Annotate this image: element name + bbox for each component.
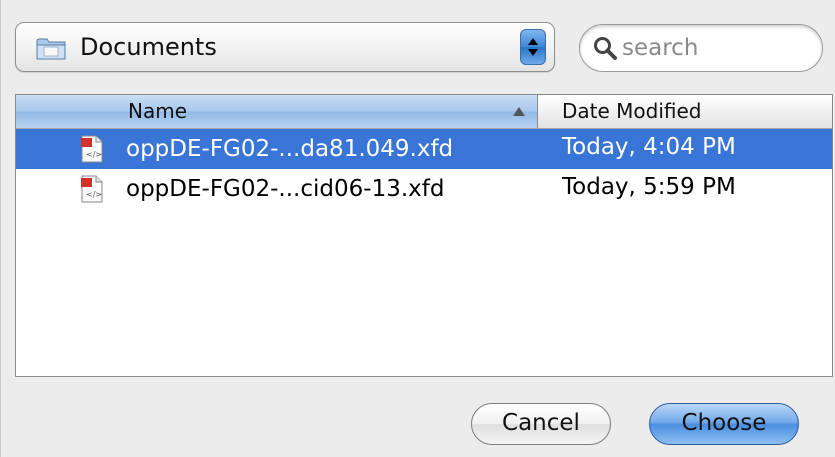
column-header-row: Name Date Modified [16, 95, 832, 129]
file-date-modified: Today, 5:59 PM [562, 174, 736, 200]
location-popup-stepper[interactable] [520, 29, 546, 65]
location-popup[interactable]: Documents [15, 22, 555, 72]
file-row[interactable]: </> oppDE-FG02-...cid06-13.xfd Today, 5:… [16, 169, 832, 209]
file-name: oppDE-FG02-...da81.049.xfd [126, 136, 454, 162]
search-field[interactable] [579, 24, 823, 72]
cancel-button[interactable]: Cancel [471, 403, 611, 445]
file-browser: Name Date Modified </> oppDE-FG02-...da8… [15, 94, 833, 377]
file-name: oppDE-FG02-...cid06-13.xfd [126, 176, 445, 202]
svg-text:</>: </> [86, 190, 102, 199]
file-row[interactable]: </> oppDE-FG02-...da81.049.xfd Today, 4:… [16, 129, 832, 169]
folder-icon [36, 38, 66, 60]
file-chooser-dialog: Documents Name Date Modified [0, 0, 835, 457]
xfd-document-icon: </> [81, 135, 103, 163]
chevron-down-icon [528, 49, 538, 56]
svg-text:</>: </> [86, 150, 102, 159]
column-header-name[interactable]: Name [16, 95, 538, 128]
sort-ascending-icon [513, 107, 525, 116]
chevron-up-icon [528, 38, 538, 45]
column-header-name-label: Name [128, 99, 188, 123]
column-header-date-label: Date Modified [562, 99, 702, 123]
xfd-document-icon: </> [81, 175, 103, 203]
search-icon [594, 37, 617, 60]
location-label: Documents [80, 33, 217, 61]
file-rows: </> oppDE-FG02-...da81.049.xfd Today, 4:… [16, 129, 832, 209]
search-input[interactable] [622, 33, 802, 63]
choose-button[interactable]: Choose [649, 403, 799, 445]
column-header-date-modified[interactable]: Date Modified [538, 95, 832, 128]
file-date-modified: Today, 4:04 PM [562, 134, 736, 160]
